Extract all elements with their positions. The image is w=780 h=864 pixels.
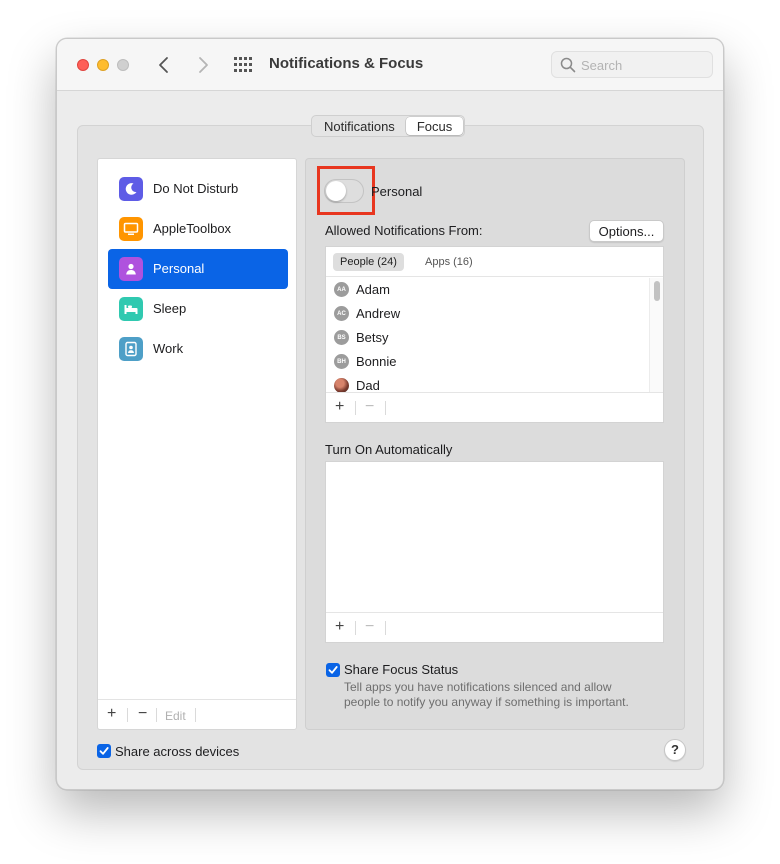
divider xyxy=(127,708,128,722)
allowed-list-footer: + − xyxy=(326,392,663,422)
share-across-devices-label: Share across devices xyxy=(115,744,240,759)
focus-enable-toggle[interactable] xyxy=(324,179,364,203)
options-button[interactable]: Options... xyxy=(589,220,664,242)
person-name: Andrew xyxy=(356,306,401,321)
minimize-window-button[interactable] xyxy=(97,59,109,71)
sidebar-item-sleep[interactable]: Sleep xyxy=(108,289,288,329)
person-name: Adam xyxy=(356,282,390,297)
tab-notifications[interactable]: Notifications xyxy=(313,116,406,136)
remove-person-button[interactable]: − xyxy=(365,399,374,415)
zoom-window-button[interactable] xyxy=(117,59,129,71)
divider xyxy=(385,401,386,415)
share-focus-status-description-line2: people to notify you anyway if something… xyxy=(344,695,629,709)
share-focus-status-checkbox[interactable] xyxy=(326,663,340,677)
checkmark-icon xyxy=(99,747,109,755)
close-window-button[interactable] xyxy=(77,59,89,71)
person-name: Betsy xyxy=(356,330,389,345)
sidebar-item-appletoolbox[interactable]: AppleToolbox xyxy=(108,209,288,249)
list-item[interactable]: AA Adam xyxy=(326,278,646,302)
allowed-subtabs: People (24) Apps (16) xyxy=(326,247,663,277)
edit-button[interactable]: Edit xyxy=(165,709,186,723)
bed-icon xyxy=(119,297,143,321)
list-item[interactable]: BS Betsy xyxy=(326,326,646,350)
avatar xyxy=(334,378,349,393)
remove-focus-button[interactable]: − xyxy=(138,706,147,722)
avatar: AC xyxy=(334,306,349,321)
sidebar-footer: + − Edit xyxy=(98,699,296,729)
checkmark-icon xyxy=(328,666,338,674)
turn-on-automatically-label: Turn On Automatically xyxy=(325,442,453,457)
sidebar-item-label: Do Not Disturb xyxy=(153,181,239,196)
remove-automation-button[interactable]: − xyxy=(365,619,374,635)
tab-focus[interactable]: Focus xyxy=(405,117,464,135)
title-bar: Notifications & Focus xyxy=(57,39,723,91)
avatar: AA xyxy=(334,282,349,297)
focus-sidebar: Do Not Disturb AppleToolbox Personal Sle… xyxy=(97,158,297,730)
share-focus-status-label: Share Focus Status xyxy=(344,662,459,677)
sidebar-item-do-not-disturb[interactable]: Do Not Disturb xyxy=(108,169,288,209)
grid-icon xyxy=(234,57,252,72)
allowed-notifications-label: Allowed Notifications From: xyxy=(325,223,483,238)
badge-icon xyxy=(119,337,143,361)
divider xyxy=(355,621,356,635)
forward-button[interactable] xyxy=(193,54,213,76)
list-item[interactable]: BH Bonnie xyxy=(326,350,646,374)
list-item[interactable]: Dad xyxy=(326,374,646,393)
sidebar-item-label: Personal xyxy=(153,261,205,276)
scroll-thumb[interactable] xyxy=(654,281,660,301)
sidebar-item-label: AppleToolbox xyxy=(153,221,232,236)
sidebar-item-label: Work xyxy=(153,341,184,356)
chevron-right-icon xyxy=(199,57,208,73)
divider xyxy=(355,401,356,415)
monitor-icon xyxy=(119,217,143,241)
search-input[interactable] xyxy=(581,56,701,74)
add-automation-button[interactable]: + xyxy=(335,619,344,635)
divider xyxy=(195,708,196,722)
focus-name-label: Personal xyxy=(371,184,423,199)
add-focus-button[interactable]: + xyxy=(107,706,116,722)
list-scrollbar[interactable] xyxy=(649,278,663,393)
chevron-left-icon xyxy=(159,57,168,73)
search-icon xyxy=(560,57,576,73)
tab-apps[interactable]: Apps (16) xyxy=(418,253,480,271)
window-title: Notifications & Focus xyxy=(269,55,424,72)
avatar: BS xyxy=(334,330,349,345)
preferences-window: Notifications & Focus Notifications Focu… xyxy=(56,38,724,790)
share-focus-status-description-line1: Tell apps you have notifications silence… xyxy=(344,680,612,694)
automation-list-footer: + − xyxy=(326,612,663,642)
show-all-button[interactable] xyxy=(233,56,253,74)
divider xyxy=(385,621,386,635)
person-icon xyxy=(119,257,143,281)
add-person-button[interactable]: + xyxy=(335,399,344,415)
moon-icon xyxy=(119,177,143,201)
sidebar-item-work[interactable]: Work xyxy=(108,329,288,369)
allowed-list: People (24) Apps (16) AA Adam AC Andrew … xyxy=(325,246,664,423)
sidebar-item-label: Sleep xyxy=(153,301,187,316)
share-across-devices-checkbox[interactable] xyxy=(97,744,111,758)
person-name: Bonnie xyxy=(356,354,397,369)
tab-bar: Notifications Focus xyxy=(311,115,466,137)
automation-list: + − xyxy=(325,461,664,643)
sidebar-item-personal[interactable]: Personal xyxy=(108,249,288,289)
divider xyxy=(156,708,157,722)
toggle-knob xyxy=(326,181,346,201)
help-button[interactable]: ? xyxy=(664,739,686,761)
back-button[interactable] xyxy=(154,54,174,76)
tab-people[interactable]: People (24) xyxy=(333,253,404,271)
person-name: Dad xyxy=(356,378,380,393)
avatar: BH xyxy=(334,354,349,369)
list-item[interactable]: AC Andrew xyxy=(326,302,646,326)
search-field[interactable] xyxy=(551,51,713,78)
